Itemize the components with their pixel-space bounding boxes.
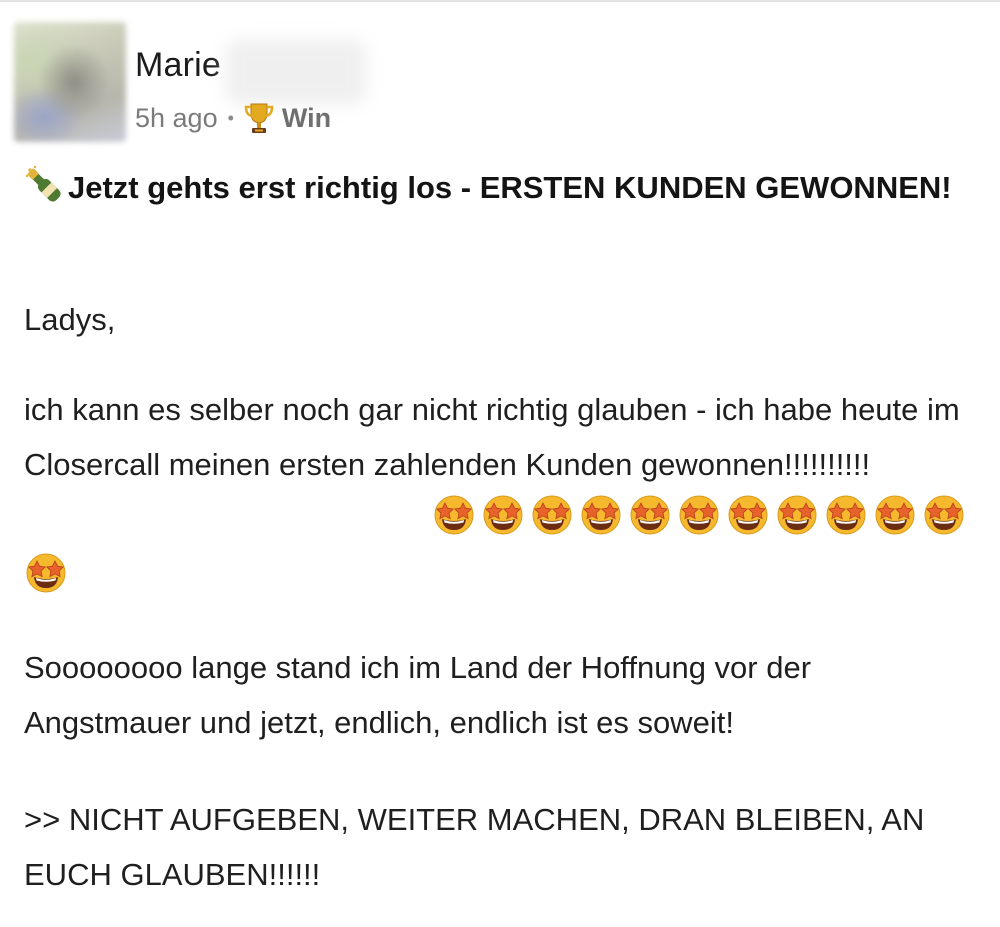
win-badge-label[interactable]: Win <box>282 103 331 134</box>
star-struck-emoji <box>481 492 525 536</box>
star-struck-emoji <box>628 492 672 536</box>
post-paragraph-news: ich kann es selber noch gar nicht richti… <box>24 392 960 482</box>
post-paragraph-greeting: Ladys, <box>24 302 116 337</box>
star-struck-emoji <box>775 492 819 536</box>
star-struck-emoji <box>579 492 623 536</box>
author-name[interactable]: Marie <box>135 46 221 85</box>
post-title: Jetzt gehts erst richtig los - ERSTEN KU… <box>24 160 974 216</box>
post-paragraph-story: Soooooooo lange stand ich im Land der Ho… <box>24 650 812 740</box>
trophy-icon <box>244 103 274 133</box>
post-title-text: Jetzt gehts erst richtig los - ERSTEN KU… <box>68 170 952 205</box>
meta-separator: • <box>227 107 234 128</box>
star-struck-emoji <box>24 550 68 594</box>
post-meta: 5h ago • Win <box>135 100 331 136</box>
champagne-bottle-icon <box>25 165 61 202</box>
post-timestamp[interactable]: 5h ago <box>135 103 218 134</box>
star-struck-emoji <box>726 492 770 536</box>
star-struck-emoji <box>432 492 476 536</box>
top-divider <box>0 0 1000 2</box>
emoji-row <box>432 492 966 536</box>
star-struck-emoji <box>824 492 868 536</box>
star-struck-emoji <box>530 492 574 536</box>
emoji-row-overflow <box>24 550 68 594</box>
star-struck-emoji <box>677 492 721 536</box>
star-struck-emoji <box>873 492 917 536</box>
author-avatar[interactable] <box>14 22 126 142</box>
redacted-surname <box>226 40 366 104</box>
post-paragraph-motivation: >> NICHT AUFGEBEN, WEITER MACHEN, DRAN B… <box>24 802 925 892</box>
star-struck-emoji <box>922 492 966 536</box>
